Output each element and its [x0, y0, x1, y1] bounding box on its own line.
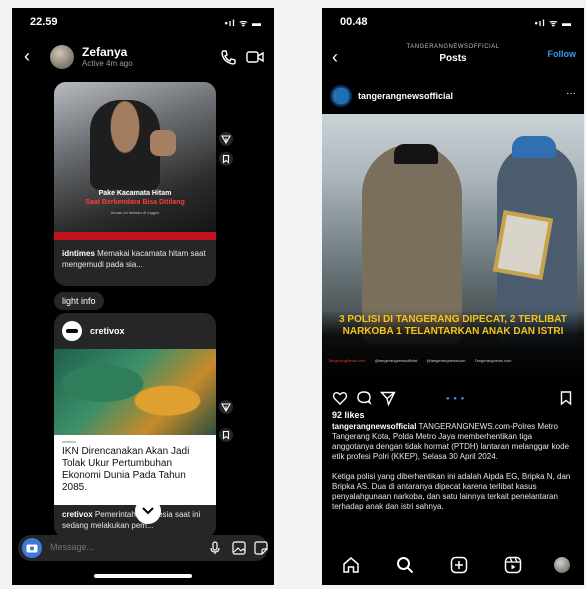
chevron-down-icon	[142, 507, 154, 515]
reels-icon[interactable]	[504, 556, 522, 574]
comment-icon[interactable]	[356, 390, 372, 406]
scroll-down-button[interactable]	[135, 498, 161, 524]
caption-username: cretivox	[62, 510, 93, 519]
header-handle: TANGERANGNEWSOFFICIAL	[406, 44, 500, 50]
image-headline: 3 Polisi di Tangerang Dipecat, 2 Terliba…	[339, 314, 567, 337]
officer-cap	[512, 136, 556, 158]
image-footnote: Aturan ini berlaku di Inggris	[110, 210, 160, 215]
shared-post-idntimes[interactable]: Pake Kacamata Hitam Saat Berkendara Bisa…	[54, 82, 216, 286]
post-image-ikn-aerial	[54, 349, 216, 435]
camera-icon	[26, 544, 38, 553]
contact-avatar[interactable]	[50, 45, 74, 69]
create-post-icon[interactable]	[450, 556, 468, 574]
contact-presence: Active 4m ago	[82, 59, 133, 68]
follow-button[interactable]: Follow	[548, 49, 577, 59]
status-bar: 00.48 •ıl ᯤ ▬	[322, 8, 584, 32]
caption-paragraph: Ketiga polisi yang diberhentikan ini ada…	[332, 472, 571, 511]
credit-item: Tangerangnews.com	[474, 358, 512, 363]
post-actions: ● ● ●	[322, 386, 584, 410]
status-indicators: •ıl ᯤ ▬	[534, 18, 572, 28]
officer-cap	[394, 144, 438, 164]
cretivox-logo	[62, 321, 82, 341]
credit-item: @tangerangnewsofficial	[374, 358, 418, 363]
posts-header: ‹ TANGERANGNEWSOFFICIAL Posts Follow	[322, 40, 584, 80]
image-subheadline: Saat Berkendara Bisa Ditilang	[85, 199, 185, 206]
account-name[interactable]: tangerangnewsofficial	[358, 91, 453, 101]
message-input[interactable]	[50, 542, 170, 552]
bookmark-icon[interactable]	[219, 428, 233, 442]
dm-chat-screen: 22.59 •ıl ᯤ ▬ ‹ Zefanya Active 4m ago Pa…	[12, 8, 274, 585]
page-title: Posts	[439, 53, 467, 64]
like-count[interactable]: 92 likes	[332, 410, 365, 420]
instagram-post-screen: 00.48 •ıl ᯤ ▬ ‹ TANGERANGNEWSOFFICIAL Po…	[322, 8, 584, 585]
share-icon[interactable]	[219, 132, 233, 146]
status-time: 22.59	[30, 16, 58, 28]
bookmark-icon[interactable]	[219, 152, 233, 166]
profile-avatar[interactable]	[554, 557, 570, 573]
post-image-sunglasses: Pake Kacamata Hitam Saat Berkendara Bisa…	[54, 82, 216, 240]
search-icon[interactable]	[396, 556, 414, 574]
post-header: cretivox	[54, 313, 216, 349]
credit-item: TangerangNews.com	[328, 358, 366, 363]
bottom-nav	[322, 548, 584, 584]
image-headline: Pake Kacamata Hitam	[98, 190, 172, 197]
status-indicators: •ıl ᯤ ▬	[224, 18, 262, 28]
post-caption: idntimes Memakai kacamata hitam saat men…	[62, 248, 208, 270]
sticker-icon[interactable]	[254, 541, 268, 555]
gallery-icon[interactable]	[232, 541, 246, 555]
image-credit-stripe: TangerangNews.com @tangerangnewsofficial…	[328, 358, 578, 368]
more-options-button[interactable]: ···	[566, 88, 576, 99]
message-composer	[18, 535, 268, 561]
status-bar: 22.59 •ıl ᯤ ▬	[12, 8, 274, 32]
contact-name[interactable]: Zefanya	[82, 45, 127, 59]
article-box: cretivox IKN Direncanakan Akan Jadi Tola…	[54, 435, 216, 505]
article-source: cretivox	[62, 439, 76, 444]
fist-illustration	[150, 130, 176, 156]
phone-call-icon[interactable]	[220, 49, 236, 65]
heart-icon[interactable]	[332, 390, 348, 406]
post-image-police[interactable]: 3 Polisi di Tangerang Dipecat, 2 Terliba…	[322, 114, 584, 382]
back-button[interactable]: ‹	[24, 46, 30, 67]
home-indicator	[94, 574, 192, 578]
picture-frame	[492, 210, 554, 280]
credit-item: @tangerangnewscom	[426, 358, 466, 363]
bookmark-icon[interactable]	[558, 390, 574, 406]
account-avatar[interactable]	[330, 85, 352, 107]
message-bubble[interactable]: light info	[54, 292, 104, 310]
camera-button[interactable]	[22, 538, 42, 558]
video-call-icon[interactable]	[246, 49, 264, 65]
share-icon[interactable]	[380, 390, 396, 406]
home-icon[interactable]	[342, 556, 360, 574]
shared-post-cretivox[interactable]: cretivox cretivox IKN Direncanakan Akan …	[54, 313, 216, 538]
post-account-row: tangerangnewsofficial ···	[322, 80, 584, 112]
post-account-name[interactable]: cretivox	[90, 326, 125, 336]
caption-username[interactable]: tangerangnewsofficial	[332, 422, 416, 431]
chat-header: ‹ Zefanya Active 4m ago	[12, 38, 274, 78]
caption-username: idntimes	[62, 249, 95, 258]
image-red-bar	[54, 232, 216, 240]
post-caption: tangerangnewsofficial TANGERANGNEWS.com-…	[332, 422, 576, 512]
article-title: IKN Direncanakan Akan Jadi Tolak Ukur Pe…	[62, 446, 190, 493]
carousel-dots: ● ● ●	[446, 396, 466, 402]
microphone-icon[interactable]	[208, 541, 222, 555]
share-icon[interactable]	[219, 400, 233, 414]
status-time: 00.48	[340, 16, 368, 28]
